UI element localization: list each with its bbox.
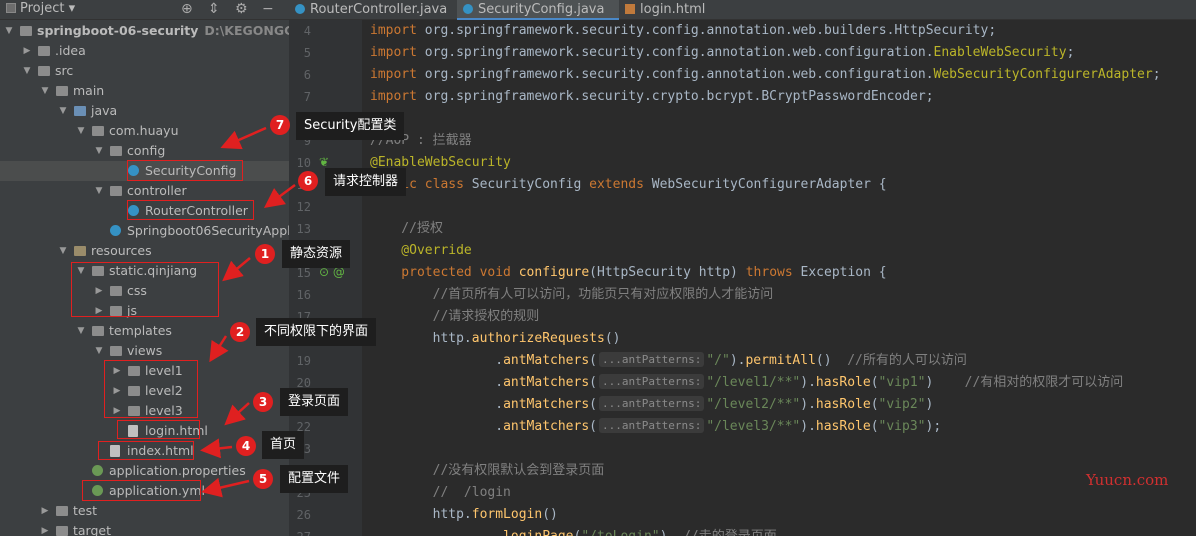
annotation-arrows <box>200 126 296 498</box>
annotation-arrow <box>222 257 251 282</box>
annotation-arrow <box>201 477 250 498</box>
watermark: Yuucn.com <box>1086 471 1169 489</box>
annotation-arrow <box>209 335 229 363</box>
annotation-arrow <box>224 402 250 426</box>
annotation-arrow <box>263 183 296 208</box>
annotation-arrow <box>220 126 267 150</box>
annotation-arrow <box>200 438 233 459</box>
